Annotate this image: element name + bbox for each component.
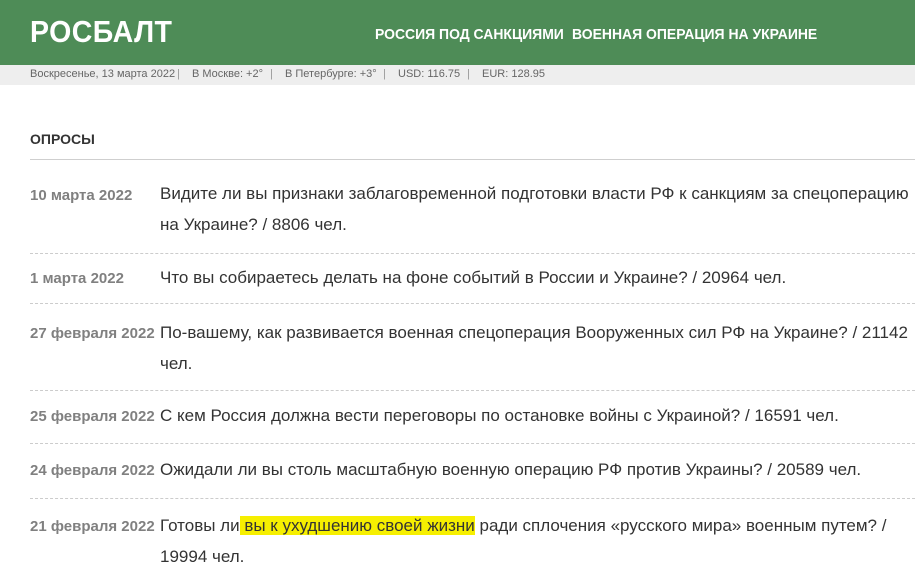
site-logo[interactable]: РОСБАЛТ — [30, 14, 172, 50]
info-separator: | — [383, 68, 386, 80]
poll-question-line: Что вы собираетесь делать на фоне событи… — [160, 268, 787, 287]
poll-date: 1 марта 2022 — [30, 270, 124, 287]
poll-question-line: чел. — [160, 354, 193, 373]
poll-question-link[interactable]: Готовы ли вы к ухудшению своей жизни рад… — [160, 510, 915, 572]
eur-rate: EUR: 128.95 — [482, 68, 545, 80]
info-separator: | — [270, 68, 273, 80]
info-bar: Воскресенье, 13 марта 2022 | В Москве: +… — [0, 65, 915, 85]
poll-question-link[interactable]: Видите ли вы признаки заблаговременной п… — [160, 178, 915, 240]
info-separator: | — [177, 68, 180, 80]
section-divider — [30, 159, 915, 160]
poll-divider — [30, 390, 915, 391]
poll-question-line: Ожидали ли вы столь масштабную военную о… — [160, 460, 862, 479]
nav-link-sanctions[interactable]: РОССИЯ ПОД САНКЦИЯМИ — [375, 26, 564, 43]
poll-divider — [30, 443, 915, 444]
poll-question-line: С кем Россия должна вести переговоры по … — [160, 406, 839, 425]
poll-date: 21 февраля 2022 — [30, 518, 155, 535]
poll-question-link[interactable]: С кем Россия должна вести переговоры по … — [160, 400, 915, 431]
poll-date: 25 февраля 2022 — [30, 408, 155, 425]
poll-question-link[interactable]: Ожидали ли вы столь масштабную военную о… — [160, 454, 915, 485]
section-title: ОПРОСЫ — [30, 131, 95, 147]
poll-question-line: Готовы ли вы к ухудшению своей жизни рад… — [160, 510, 915, 541]
poll-divider — [30, 303, 915, 304]
poll-question-text: ради сплочения «русского мира» военным п… — [474, 516, 887, 535]
current-date: Воскресенье, 13 марта 2022 — [30, 68, 176, 80]
nav-link-military-operation[interactable]: ВОЕННАЯ ОПЕРАЦИЯ НА УКРАИНЕ — [572, 26, 817, 43]
poll-question-line: на Украине? / 8806 чел. — [160, 215, 347, 234]
highlighted-text: вы к ухудшению своей жизни — [239, 516, 475, 535]
site-header: РОСБАЛТ РОССИЯ ПОД САНКЦИЯМИ ВОЕННАЯ ОПЕ… — [0, 0, 915, 65]
poll-question-text: Готовы ли — [160, 516, 240, 535]
poll-divider — [30, 253, 915, 254]
poll-question-line: Видите ли вы признаки заблаговременной п… — [160, 184, 909, 203]
petersburg-weather: В Петербурге: +3° — [285, 68, 377, 80]
poll-date: 10 марта 2022 — [30, 187, 133, 204]
poll-date: 24 февраля 2022 — [30, 462, 155, 479]
poll-question-link[interactable]: По-вашему, как развивается военная спецо… — [160, 317, 915, 379]
moscow-weather: В Москве: +2° — [192, 68, 264, 80]
poll-divider — [30, 498, 915, 499]
poll-question-line: 19994 чел. — [160, 547, 245, 566]
info-separator: | — [467, 68, 470, 80]
poll-date: 27 февраля 2022 — [30, 325, 155, 342]
poll-question-line: По-вашему, как развивается военная спецо… — [160, 323, 908, 342]
poll-question-link[interactable]: Что вы собираетесь делать на фоне событи… — [160, 262, 915, 293]
usd-rate: USD: 116.75 — [398, 68, 461, 80]
